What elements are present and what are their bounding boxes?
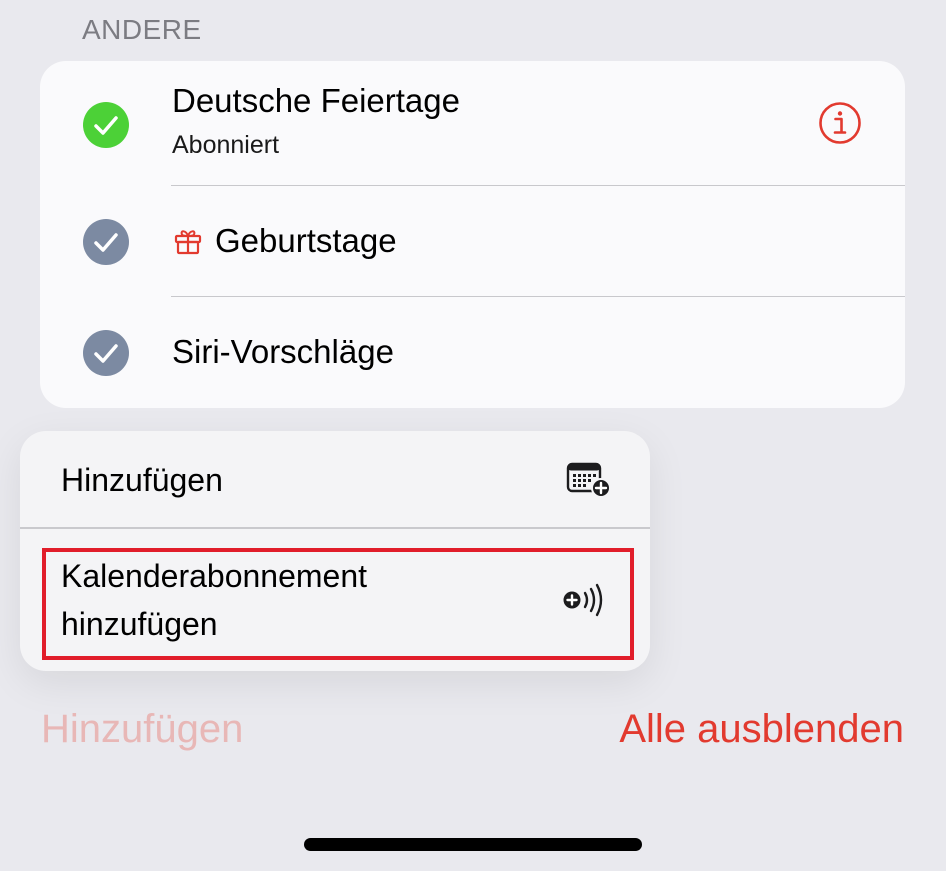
home-indicator[interactable] (304, 838, 642, 851)
checkmark-circle-icon[interactable] (83, 330, 129, 376)
hide-all-button[interactable]: Alle ausblenden (619, 707, 904, 752)
calendar-row-geburtstage[interactable]: Geburtstage (40, 186, 905, 297)
gift-icon (173, 226, 203, 261)
calendar-subtitle: Abonniert (172, 131, 280, 159)
calendar-title: Geburtstage (215, 222, 397, 259)
menu-item-add-calendar[interactable]: Hinzufügen (20, 431, 650, 527)
highlight-box (42, 548, 634, 660)
info-icon[interactable] (818, 101, 862, 145)
add-button[interactable]: Hinzufügen (41, 707, 243, 752)
checkmark-circle-icon[interactable] (83, 102, 129, 148)
calendar-list: Deutsche Feiertage Abonniert Geburtstage… (40, 61, 905, 408)
calendar-title: Siri-Vorschläge (172, 333, 394, 370)
checkmark-circle-icon[interactable] (83, 219, 129, 265)
section-header-andere: ANDERE (82, 14, 202, 45)
calendar-add-icon (566, 461, 612, 504)
menu-item-label: Hinzufügen (61, 462, 223, 498)
calendar-row-siri-vorschlaege[interactable]: Siri-Vorschläge (40, 297, 905, 408)
calendar-title: Deutsche Feiertage (172, 82, 460, 119)
calendar-row-deutsche-feiertage[interactable]: Deutsche Feiertage Abonniert (40, 61, 905, 186)
